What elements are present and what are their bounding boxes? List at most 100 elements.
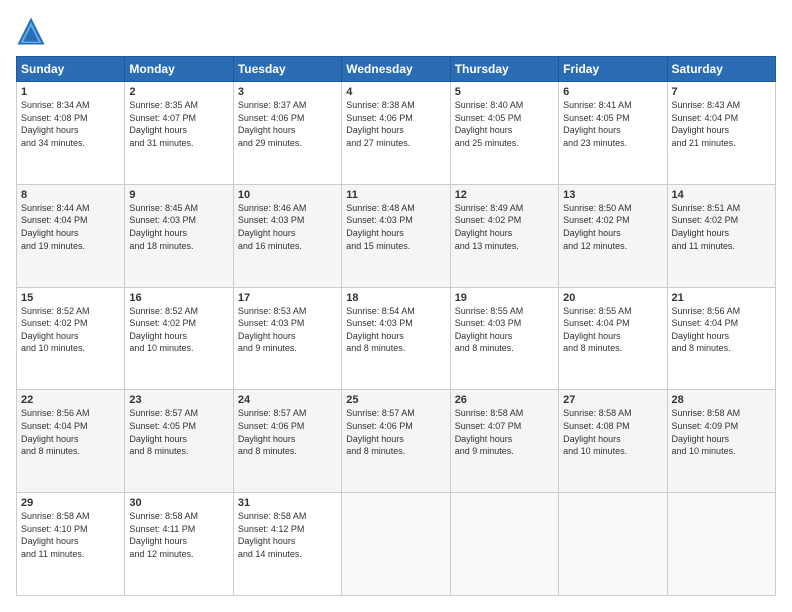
day-info: Sunrise: 8:38 AMSunset: 4:06 PMDaylight … [346,99,445,149]
calendar-day-cell [342,493,450,596]
calendar-day-cell: 16Sunrise: 8:52 AMSunset: 4:02 PMDayligh… [125,287,233,390]
day-info: Sunrise: 8:56 AMSunset: 4:04 PMDaylight … [672,305,771,355]
day-info: Sunrise: 8:40 AMSunset: 4:05 PMDaylight … [455,99,554,149]
weekday-header-cell: Thursday [450,57,558,82]
day-number: 26 [455,394,554,406]
day-info: Sunrise: 8:37 AMSunset: 4:06 PMDaylight … [238,99,337,149]
day-info: Sunrise: 8:48 AMSunset: 4:03 PMDaylight … [346,202,445,252]
calendar-day-cell: 13Sunrise: 8:50 AMSunset: 4:02 PMDayligh… [559,184,667,287]
calendar-day-cell: 18Sunrise: 8:54 AMSunset: 4:03 PMDayligh… [342,287,450,390]
calendar-day-cell: 29Sunrise: 8:58 AMSunset: 4:10 PMDayligh… [17,493,125,596]
day-number: 13 [563,189,662,201]
weekday-header-cell: Friday [559,57,667,82]
weekday-header-row: SundayMondayTuesdayWednesdayThursdayFrid… [17,57,776,82]
calendar-week-row: 15Sunrise: 8:52 AMSunset: 4:02 PMDayligh… [17,287,776,390]
day-number: 17 [238,292,337,304]
calendar-week-row: 1Sunrise: 8:34 AMSunset: 4:08 PMDaylight… [17,82,776,185]
calendar-day-cell: 8Sunrise: 8:44 AMSunset: 4:04 PMDaylight… [17,184,125,287]
day-info: Sunrise: 8:41 AMSunset: 4:05 PMDaylight … [563,99,662,149]
day-number: 3 [238,86,337,98]
day-number: 20 [563,292,662,304]
day-number: 4 [346,86,445,98]
calendar-day-cell: 11Sunrise: 8:48 AMSunset: 4:03 PMDayligh… [342,184,450,287]
calendar: SundayMondayTuesdayWednesdayThursdayFrid… [16,56,776,596]
calendar-week-row: 29Sunrise: 8:58 AMSunset: 4:10 PMDayligh… [17,493,776,596]
day-number: 21 [672,292,771,304]
day-number: 29 [21,497,120,509]
calendar-day-cell: 15Sunrise: 8:52 AMSunset: 4:02 PMDayligh… [17,287,125,390]
calendar-body: 1Sunrise: 8:34 AMSunset: 4:08 PMDaylight… [17,82,776,596]
calendar-day-cell: 6Sunrise: 8:41 AMSunset: 4:05 PMDaylight… [559,82,667,185]
day-info: Sunrise: 8:51 AMSunset: 4:02 PMDaylight … [672,202,771,252]
day-info: Sunrise: 8:45 AMSunset: 4:03 PMDaylight … [129,202,228,252]
day-info: Sunrise: 8:58 AMSunset: 4:10 PMDaylight … [21,510,120,560]
day-info: Sunrise: 8:43 AMSunset: 4:04 PMDaylight … [672,99,771,149]
calendar-day-cell: 30Sunrise: 8:58 AMSunset: 4:11 PMDayligh… [125,493,233,596]
day-number: 23 [129,394,228,406]
day-number: 10 [238,189,337,201]
day-info: Sunrise: 8:35 AMSunset: 4:07 PMDaylight … [129,99,228,149]
calendar-day-cell: 22Sunrise: 8:56 AMSunset: 4:04 PMDayligh… [17,390,125,493]
calendar-day-cell: 17Sunrise: 8:53 AMSunset: 4:03 PMDayligh… [233,287,341,390]
calendar-day-cell: 12Sunrise: 8:49 AMSunset: 4:02 PMDayligh… [450,184,558,287]
day-info: Sunrise: 8:57 AMSunset: 4:06 PMDaylight … [238,407,337,457]
calendar-day-cell: 28Sunrise: 8:58 AMSunset: 4:09 PMDayligh… [667,390,775,493]
calendar-day-cell: 27Sunrise: 8:58 AMSunset: 4:08 PMDayligh… [559,390,667,493]
day-info: Sunrise: 8:52 AMSunset: 4:02 PMDaylight … [21,305,120,355]
calendar-day-cell: 7Sunrise: 8:43 AMSunset: 4:04 PMDaylight… [667,82,775,185]
calendar-day-cell: 5Sunrise: 8:40 AMSunset: 4:05 PMDaylight… [450,82,558,185]
day-info: Sunrise: 8:58 AMSunset: 4:12 PMDaylight … [238,510,337,560]
calendar-day-cell: 31Sunrise: 8:58 AMSunset: 4:12 PMDayligh… [233,493,341,596]
day-info: Sunrise: 8:55 AMSunset: 4:04 PMDaylight … [563,305,662,355]
calendar-week-row: 22Sunrise: 8:56 AMSunset: 4:04 PMDayligh… [17,390,776,493]
day-number: 2 [129,86,228,98]
day-number: 15 [21,292,120,304]
day-info: Sunrise: 8:50 AMSunset: 4:02 PMDaylight … [563,202,662,252]
day-number: 8 [21,189,120,201]
calendar-day-cell: 10Sunrise: 8:46 AMSunset: 4:03 PMDayligh… [233,184,341,287]
day-number: 1 [21,86,120,98]
calendar-day-cell [559,493,667,596]
day-number: 9 [129,189,228,201]
calendar-day-cell: 23Sunrise: 8:57 AMSunset: 4:05 PMDayligh… [125,390,233,493]
day-info: Sunrise: 8:56 AMSunset: 4:04 PMDaylight … [21,407,120,457]
calendar-week-row: 8Sunrise: 8:44 AMSunset: 4:04 PMDaylight… [17,184,776,287]
weekday-header-cell: Wednesday [342,57,450,82]
day-info: Sunrise: 8:57 AMSunset: 4:06 PMDaylight … [346,407,445,457]
calendar-day-cell: 14Sunrise: 8:51 AMSunset: 4:02 PMDayligh… [667,184,775,287]
day-number: 19 [455,292,554,304]
day-number: 24 [238,394,337,406]
calendar-day-cell: 26Sunrise: 8:58 AMSunset: 4:07 PMDayligh… [450,390,558,493]
calendar-day-cell [450,493,558,596]
day-info: Sunrise: 8:34 AMSunset: 4:08 PMDaylight … [21,99,120,149]
weekday-header-cell: Monday [125,57,233,82]
day-info: Sunrise: 8:44 AMSunset: 4:04 PMDaylight … [21,202,120,252]
day-number: 14 [672,189,771,201]
day-number: 18 [346,292,445,304]
calendar-day-cell: 24Sunrise: 8:57 AMSunset: 4:06 PMDayligh… [233,390,341,493]
day-number: 5 [455,86,554,98]
day-info: Sunrise: 8:55 AMSunset: 4:03 PMDaylight … [455,305,554,355]
day-number: 28 [672,394,771,406]
day-info: Sunrise: 8:58 AMSunset: 4:07 PMDaylight … [455,407,554,457]
day-info: Sunrise: 8:58 AMSunset: 4:11 PMDaylight … [129,510,228,560]
calendar-day-cell: 19Sunrise: 8:55 AMSunset: 4:03 PMDayligh… [450,287,558,390]
page: SundayMondayTuesdayWednesdayThursdayFrid… [0,0,792,612]
day-number: 22 [21,394,120,406]
day-info: Sunrise: 8:58 AMSunset: 4:08 PMDaylight … [563,407,662,457]
header [16,16,776,46]
day-number: 7 [672,86,771,98]
calendar-day-cell: 3Sunrise: 8:37 AMSunset: 4:06 PMDaylight… [233,82,341,185]
day-info: Sunrise: 8:46 AMSunset: 4:03 PMDaylight … [238,202,337,252]
day-number: 30 [129,497,228,509]
calendar-day-cell: 2Sunrise: 8:35 AMSunset: 4:07 PMDaylight… [125,82,233,185]
calendar-day-cell: 25Sunrise: 8:57 AMSunset: 4:06 PMDayligh… [342,390,450,493]
day-info: Sunrise: 8:57 AMSunset: 4:05 PMDaylight … [129,407,228,457]
day-number: 6 [563,86,662,98]
logo [16,16,52,46]
day-info: Sunrise: 8:53 AMSunset: 4:03 PMDaylight … [238,305,337,355]
day-info: Sunrise: 8:54 AMSunset: 4:03 PMDaylight … [346,305,445,355]
day-info: Sunrise: 8:52 AMSunset: 4:02 PMDaylight … [129,305,228,355]
day-number: 31 [238,497,337,509]
logo-icon [16,16,46,46]
